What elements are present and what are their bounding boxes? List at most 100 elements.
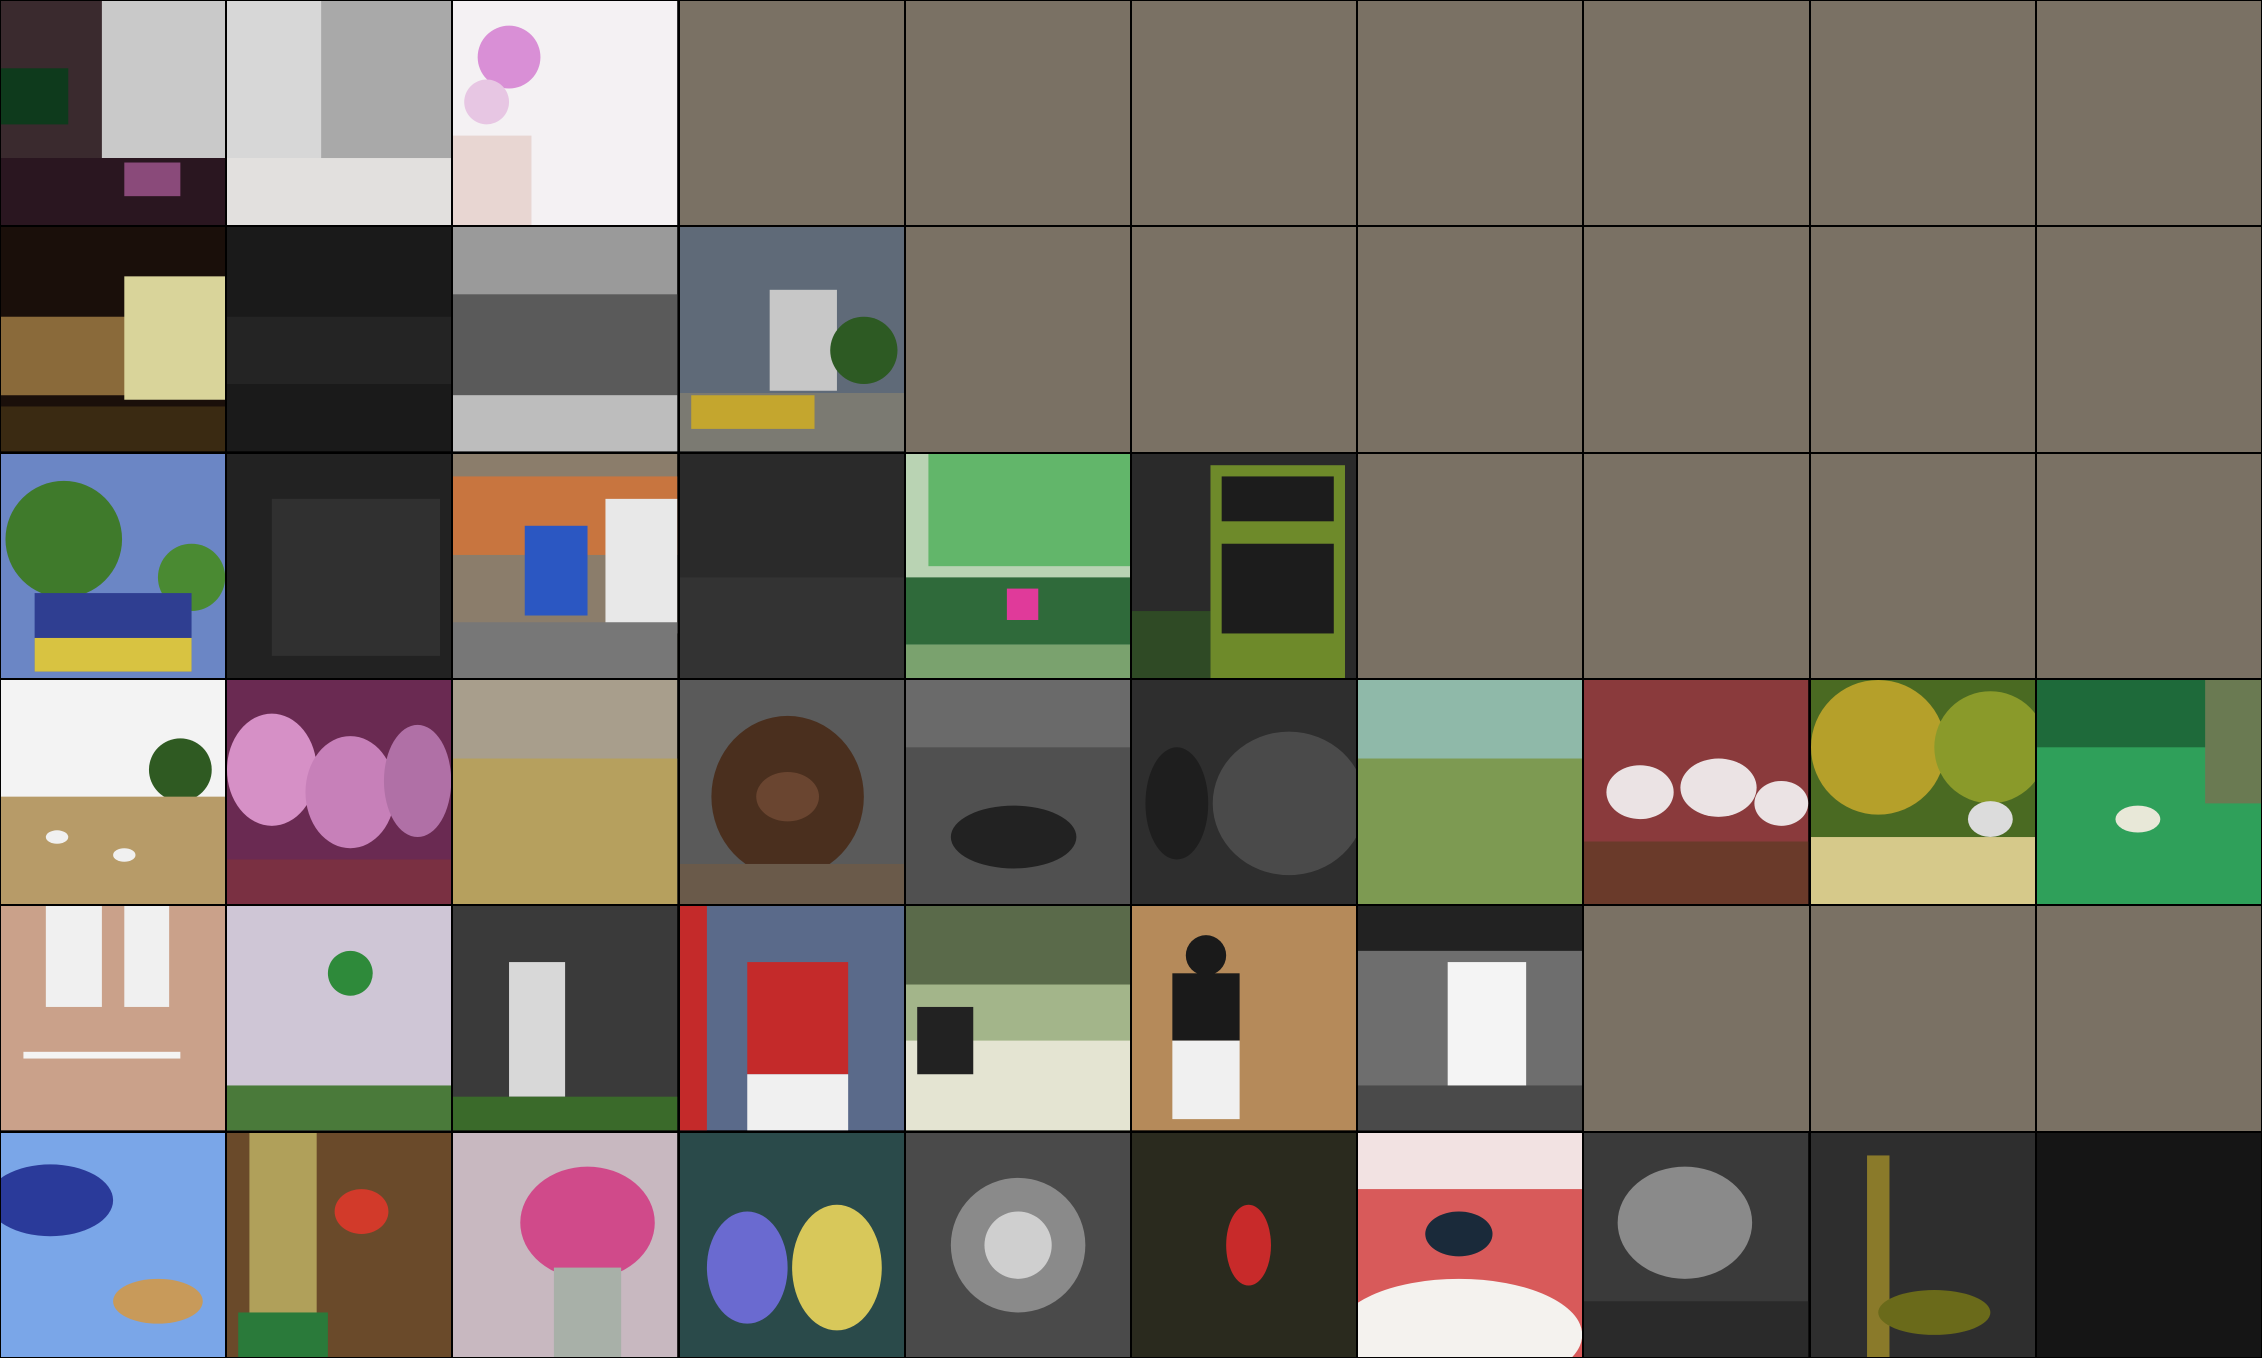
thumbnail-living-room-tv bbox=[1, 1, 226, 226]
thumbnail-image bbox=[1358, 679, 1583, 905]
thumbnail-image bbox=[1131, 453, 1357, 678]
thumbnail-image bbox=[1358, 906, 1583, 1131]
thumbnail-image bbox=[1810, 1132, 2035, 1357]
thumbnail-sheep-red-tint bbox=[1584, 679, 1809, 905]
empty-tile bbox=[1584, 1, 1809, 226]
thumbnail-image bbox=[227, 679, 452, 905]
thumbnail-bird-feeder bbox=[227, 1132, 452, 1357]
thumbnail-batter-crowd bbox=[453, 906, 678, 1131]
empty-tile bbox=[1131, 1, 1357, 226]
empty-tile bbox=[1810, 453, 2035, 678]
thumbnail-swallow-on-hand bbox=[1358, 1132, 1583, 1357]
thumbnail-image bbox=[905, 1132, 1130, 1357]
thumbnail-grayscale-bird bbox=[1584, 1132, 1809, 1357]
thumbnail-parakeets-cage bbox=[679, 1132, 904, 1357]
thumbnail-image bbox=[905, 906, 1130, 1131]
thumbnail-image bbox=[1, 1132, 226, 1357]
thumbnail-image bbox=[905, 453, 1130, 678]
thumbnail-image bbox=[1358, 1132, 1583, 1357]
empty-tile bbox=[679, 1, 904, 226]
thumbnail-grayscale-hummingbird bbox=[905, 1132, 1130, 1357]
thumbnail-dark-trees-street bbox=[679, 453, 904, 678]
empty-tile bbox=[1584, 453, 1809, 678]
thumbnail-brown-bear bbox=[679, 679, 904, 905]
thumbnail-image bbox=[227, 453, 452, 678]
thumbnail-image bbox=[1131, 679, 1357, 905]
empty-tile bbox=[1584, 227, 1809, 452]
thumbnail-image bbox=[679, 679, 904, 905]
thumbnail-image bbox=[2036, 679, 2261, 905]
thumbnail-image bbox=[1131, 906, 1357, 1131]
thumbnail-image bbox=[1, 227, 226, 452]
empty-tile bbox=[905, 227, 1130, 452]
thumbnail-team-batter-bench bbox=[227, 906, 452, 1131]
thumbnail-banana-giraffe-dark bbox=[1810, 1132, 2035, 1357]
thumbnail-image bbox=[227, 227, 452, 452]
thumbnail-image bbox=[1810, 679, 2035, 905]
thumbnail-grayscale-steam-train bbox=[453, 227, 678, 452]
empty-tile bbox=[2036, 1, 2261, 226]
empty-tile bbox=[2036, 227, 2261, 452]
thumbnail-image bbox=[679, 227, 904, 452]
thumbnail-image bbox=[905, 679, 1130, 905]
empty-tile bbox=[2036, 906, 2261, 1131]
thumbnail-image bbox=[453, 1, 678, 226]
thumbnail-image bbox=[453, 227, 678, 452]
image-grid bbox=[0, 0, 2262, 1358]
empty-tile bbox=[2036, 453, 2261, 678]
thumbnail-image bbox=[1584, 1132, 1809, 1357]
thumbnail-red-bird-dark bbox=[1131, 1132, 1357, 1357]
thumbnail-grayscale-dog-grass bbox=[905, 679, 1130, 905]
thumbnail-image bbox=[453, 906, 678, 1131]
thumbnail-image bbox=[679, 453, 904, 678]
thumbnail-blue-bird-branch bbox=[1, 1132, 226, 1357]
thumbnail-image bbox=[2036, 1132, 2261, 1357]
thumbnail-savanna-animals bbox=[453, 679, 678, 905]
thumbnail-image bbox=[1, 679, 226, 905]
thumbnail-silo-train bbox=[679, 227, 904, 452]
thumbnail-green-signage bbox=[905, 453, 1130, 678]
thumbnail-image bbox=[227, 1, 452, 226]
thumbnail-zebras-plain bbox=[1358, 679, 1583, 905]
thumbnail-image bbox=[1131, 1132, 1357, 1357]
empty-tile bbox=[1810, 906, 2035, 1131]
thumbnail-image bbox=[227, 1132, 452, 1357]
thumbnail-batter-number-3 bbox=[1358, 906, 1583, 1131]
thumbnail-lamb-green-grass bbox=[2036, 679, 2261, 905]
thumbnail-dark-bus bbox=[227, 453, 452, 678]
empty-tile bbox=[1358, 1, 1583, 226]
thumbnail-image bbox=[453, 679, 678, 905]
empty-tile bbox=[1810, 227, 2035, 452]
thumbnail-image bbox=[679, 906, 904, 1131]
thumbnail-kid-batter-13 bbox=[1131, 906, 1357, 1131]
thumbnail-image bbox=[1, 453, 226, 678]
thumbnail-image bbox=[227, 906, 452, 1131]
thumbnail-pitcher-red bbox=[679, 906, 904, 1131]
thumbnail-catcher-batter bbox=[905, 906, 1130, 1131]
thumbnail-pink-sheep bbox=[227, 679, 452, 905]
thumbnail-zebra-bushes bbox=[1810, 679, 2035, 905]
empty-tile bbox=[1810, 1, 2035, 226]
thumbnail-dark-train bbox=[227, 227, 452, 452]
empty-tile bbox=[1584, 906, 1809, 1131]
thumbnail-near-black-texture bbox=[2036, 1132, 2261, 1357]
thumbnail-batter-feet-plate bbox=[1, 906, 226, 1131]
thumbnail-street-buses bbox=[453, 453, 678, 678]
thumbnail-green-double-decker-bus bbox=[1131, 453, 1357, 678]
thumbnail-image bbox=[453, 1132, 678, 1357]
thumbnail-image bbox=[1, 1, 226, 226]
empty-tile bbox=[1131, 227, 1357, 452]
thumbnail-pink-parrot bbox=[453, 1132, 678, 1357]
thumbnail-dark-sheep bbox=[1131, 679, 1357, 905]
empty-tile bbox=[1358, 227, 1583, 452]
thumbnail-yellow-train-night bbox=[1, 227, 226, 452]
thumbnail-yellow-tram-trees bbox=[1, 453, 226, 678]
thumbnail-refrigerator-faded bbox=[227, 1, 452, 226]
empty-tile bbox=[1358, 453, 1583, 678]
thumbnail-image bbox=[1584, 679, 1809, 905]
thumbnail-image bbox=[453, 453, 678, 678]
thumbnail-flowers-window-overexposed bbox=[453, 1, 678, 226]
thumbnail-sheep-field bbox=[1, 679, 226, 905]
empty-tile bbox=[905, 1, 1130, 226]
thumbnail-image bbox=[1, 906, 226, 1131]
